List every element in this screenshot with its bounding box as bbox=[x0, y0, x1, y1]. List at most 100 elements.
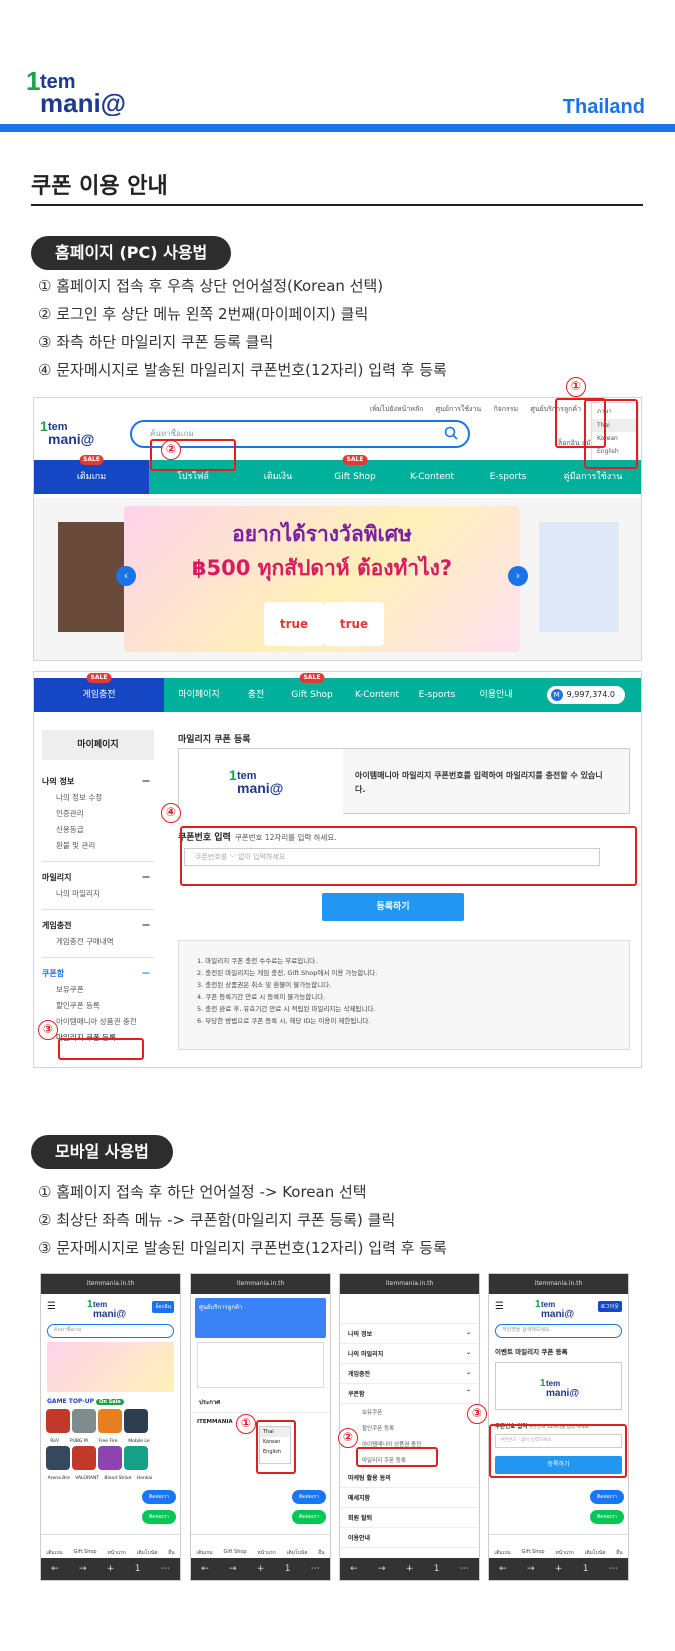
tab-topup[interactable]: เติมเกม bbox=[494, 1549, 510, 1558]
game-thumb[interactable] bbox=[124, 1446, 148, 1470]
tab-bonus[interactable]: เติมโบนัส bbox=[137, 1549, 158, 1558]
nav-item-topup[interactable]: SALE เติมเกม bbox=[34, 455, 149, 494]
top-link[interactable]: กิจกรรม bbox=[493, 405, 518, 413]
collapse-icon[interactable]: — bbox=[142, 968, 150, 979]
game-thumb[interactable] bbox=[98, 1409, 122, 1433]
tabs-count-icon[interactable]: 1 bbox=[583, 1558, 589, 1580]
top-link[interactable]: ศูนย์การใช้งาน bbox=[436, 405, 482, 413]
nav-item-k-content[interactable]: K-Content bbox=[391, 460, 473, 494]
collapse-icon[interactable]: — bbox=[142, 776, 150, 787]
new-tab-icon[interactable]: + bbox=[555, 1558, 563, 1580]
sidebar-group-coupon[interactable]: 쿠폰함 — bbox=[42, 968, 154, 979]
register-button[interactable]: 등록하기 bbox=[322, 893, 464, 921]
submenu-item[interactable]: 보유쿠폰 bbox=[340, 1404, 479, 1420]
banner-next-button[interactable]: › bbox=[508, 566, 528, 586]
game-thumb[interactable] bbox=[124, 1409, 148, 1433]
new-tab-icon[interactable]: + bbox=[257, 1558, 265, 1580]
sidebar-group-mileage[interactable]: 마일리지 — bbox=[42, 872, 154, 883]
logout-button[interactable]: 로그아웃 bbox=[597, 1301, 622, 1312]
menu-item-game-topup[interactable]: 게임충전 ⌄ bbox=[340, 1364, 479, 1384]
menu-item-guide[interactable]: 이용안내 bbox=[340, 1528, 479, 1548]
login-button[interactable]: ล็อกอิน bbox=[152, 1301, 174, 1313]
tab-gift-shop[interactable]: Gift Shop bbox=[74, 1549, 97, 1558]
nav-item-mypage[interactable]: 마이페이지 bbox=[164, 678, 234, 712]
line-chat-button[interactable]: ติดต่อเรา bbox=[292, 1510, 326, 1524]
forward-icon[interactable]: → bbox=[378, 1558, 386, 1580]
line-chat-button[interactable]: ติดต่อเรา bbox=[142, 1510, 176, 1524]
forward-icon[interactable]: → bbox=[229, 1558, 237, 1580]
tab-more[interactable]: อื่น bbox=[318, 1549, 324, 1558]
forward-icon[interactable]: → bbox=[527, 1558, 535, 1580]
tab-bonus[interactable]: เติมโบนัส bbox=[585, 1549, 606, 1558]
tab-more[interactable]: อื่น bbox=[616, 1549, 622, 1558]
game-thumb[interactable] bbox=[46, 1446, 70, 1470]
hamburger-menu-icon[interactable]: ☰ bbox=[47, 1301, 56, 1312]
nav-item-wallet[interactable]: เติมเงิน bbox=[237, 460, 319, 494]
top-link[interactable]: เพิ่มไปยังหน้าหลัก bbox=[370, 405, 424, 413]
line-chat-button[interactable]: ติดต่อเรา bbox=[590, 1510, 624, 1524]
tab-home[interactable]: หน้าแรก bbox=[555, 1549, 573, 1558]
new-tab-icon[interactable]: + bbox=[107, 1558, 115, 1580]
banner-main-image[interactable]: อยากได้รางวัลพิเศษ ฿500 ทุกสัปดาห์ ต้องท… bbox=[124, 506, 520, 652]
more-icon[interactable]: ⋯ bbox=[609, 1558, 618, 1580]
nav-item-guide[interactable]: 이용안내 bbox=[466, 678, 526, 712]
sidebar-item[interactable]: 게임충전 구매내역 bbox=[42, 936, 154, 947]
tab-home[interactable]: หน้าแรก bbox=[257, 1549, 275, 1558]
sidebar-item[interactable]: 나의 정보 수정 bbox=[42, 792, 154, 803]
tab-bonus[interactable]: เติมโบนัส bbox=[287, 1549, 308, 1558]
url-bar[interactable]: itemmania.in.th bbox=[191, 1274, 330, 1294]
forward-icon[interactable]: → bbox=[79, 1558, 87, 1580]
sidebar-item[interactable]: 신용등급 bbox=[42, 824, 154, 835]
nav-item-gift-shop[interactable]: SALE Gift Shop bbox=[319, 455, 391, 494]
more-icon[interactable]: ⋯ bbox=[460, 1558, 469, 1580]
search-icon[interactable] bbox=[444, 426, 458, 440]
sidebar-item[interactable]: 할인쿠폰 등록 bbox=[42, 1000, 154, 1011]
sidebar-group-my-info[interactable]: 나의 정보 — bbox=[42, 776, 154, 787]
menu-item-mileage[interactable]: 나의 마일리지 ⌄ bbox=[340, 1344, 479, 1364]
nav-item-e-sports[interactable]: E-sports bbox=[473, 460, 543, 494]
facebook-chat-button[interactable]: ติดต่อเรา bbox=[292, 1490, 326, 1504]
tabs-count-icon[interactable]: 1 bbox=[285, 1558, 291, 1580]
promo-banner[interactable] bbox=[47, 1342, 174, 1392]
sidebar-item[interactable]: 인증관리 bbox=[42, 808, 154, 819]
url-bar[interactable]: itemmania.in.th bbox=[489, 1274, 628, 1294]
collapse-icon[interactable]: — bbox=[142, 920, 150, 931]
menu-item-messages[interactable]: 메세지함 bbox=[340, 1488, 479, 1508]
more-icon[interactable]: ⋯ bbox=[161, 1558, 170, 1580]
tab-home[interactable]: หน้าแรก bbox=[107, 1549, 125, 1558]
tab-more[interactable]: อื่น bbox=[168, 1549, 174, 1558]
nav-item-gift-shop[interactable]: SALE Gift Shop bbox=[278, 673, 346, 712]
nav-item-e-sports[interactable]: E-sports bbox=[408, 678, 466, 712]
sidebar-group-game-topup[interactable]: 게임충전 — bbox=[42, 920, 154, 931]
search-input[interactable]: 게임명을 검색해보세요. bbox=[495, 1324, 622, 1338]
mileage-balance[interactable]: M 9,997,374.0 bbox=[546, 686, 625, 704]
url-bar[interactable]: itemmania.in.th bbox=[340, 1274, 479, 1294]
tab-gift-shop[interactable]: Gift Shop bbox=[522, 1549, 545, 1558]
collapse-icon[interactable]: — bbox=[142, 872, 150, 883]
sidebar-item[interactable]: 아이템매니아 상품권 충전 bbox=[42, 1016, 154, 1027]
game-thumb[interactable] bbox=[72, 1446, 96, 1470]
tab-topup[interactable]: เติมเกม bbox=[46, 1549, 62, 1558]
banner-prev-button[interactable]: ‹ bbox=[116, 566, 136, 586]
game-thumb[interactable] bbox=[98, 1446, 122, 1470]
tab-topup[interactable]: เติมเกม bbox=[196, 1549, 212, 1558]
back-icon[interactable]: ← bbox=[499, 1558, 507, 1580]
facebook-chat-button[interactable]: ติดต่อเรา bbox=[142, 1490, 176, 1504]
nav-item-game-topup[interactable]: SALE 게임충전 bbox=[34, 673, 164, 712]
notice-row[interactable]: ประกาศ bbox=[191, 1392, 330, 1413]
game-thumb[interactable] bbox=[46, 1409, 70, 1433]
back-icon[interactable]: ← bbox=[51, 1558, 59, 1580]
back-icon[interactable]: ← bbox=[350, 1558, 358, 1580]
tabs-count-icon[interactable]: 1 bbox=[434, 1558, 440, 1580]
menu-item-marketing[interactable]: 마케팅 활용 동의 bbox=[340, 1468, 479, 1488]
search-input[interactable]: ค้นหาชื่อเกม bbox=[47, 1324, 174, 1338]
tabs-count-icon[interactable]: 1 bbox=[135, 1558, 141, 1580]
facebook-chat-button[interactable]: ติดต่อเรา bbox=[590, 1490, 624, 1504]
support-banner[interactable]: ศูนย์บริการลูกค้า bbox=[195, 1298, 326, 1338]
game-thumb[interactable] bbox=[72, 1409, 96, 1433]
submenu-item[interactable]: 할인쿠폰 등록 bbox=[340, 1420, 479, 1436]
nav-item-k-content[interactable]: K-Content bbox=[346, 678, 408, 712]
sidebar-item[interactable]: 나의 마일리지 bbox=[42, 888, 154, 899]
sidebar-item[interactable]: 보유쿠폰 bbox=[42, 984, 154, 995]
menu-item-withdraw[interactable]: 회원 탈퇴 bbox=[340, 1508, 479, 1528]
